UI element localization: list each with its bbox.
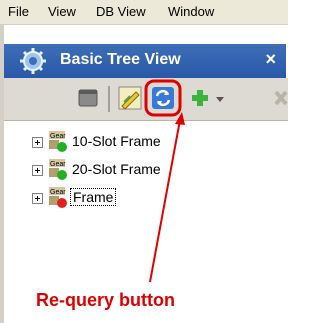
annotation-arrow [149,112,185,283]
annotation-label: Re-query button [36,290,175,310]
